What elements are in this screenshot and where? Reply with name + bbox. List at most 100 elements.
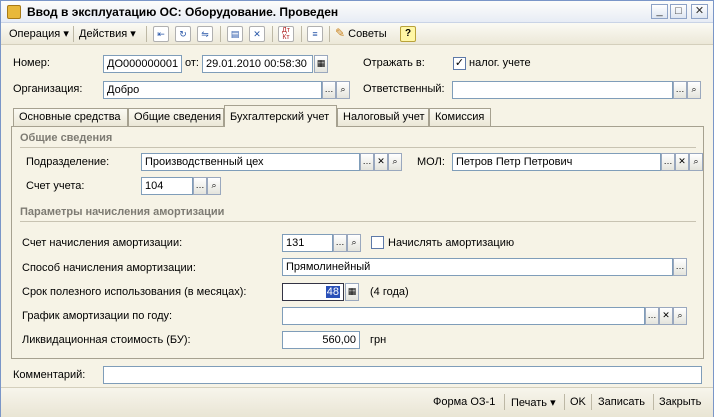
window-title: Ввод в эксплуатацию ОС: Оборудование. Пр… <box>27 5 339 19</box>
organization-label: Организация: <box>13 83 83 95</box>
mol-select-button[interactable]: … <box>661 153 675 171</box>
actions-menu[interactable]: Действия ▾ <box>79 27 136 40</box>
toolbar-separator <box>220 26 221 42</box>
structure-icon[interactable]: ⇋ <box>197 26 213 42</box>
general-info-group-title: Общие сведения <box>20 132 113 144</box>
amortization-schedule-label: График амортизации по году: <box>22 310 173 322</box>
accounting-tab-panel: Общие сведения Подразделение: Производст… <box>11 126 704 359</box>
date-field[interactable]: 29.01.2010 00:58:30 <box>202 55 313 73</box>
advice-label: Советы <box>348 28 387 40</box>
operation-menu[interactable]: Операция ▾ <box>9 27 69 40</box>
date-label: от: <box>185 57 199 69</box>
division-field[interactable]: Производственный цех <box>141 153 360 171</box>
account-select-button[interactable]: … <box>193 177 207 195</box>
amortization-account-select-button[interactable]: … <box>333 234 347 252</box>
dropdown-arrow-icon: ▾ <box>63 28 69 40</box>
toolbar-separator <box>301 26 302 42</box>
dropdown-arrow-icon: ▾ <box>550 397 556 409</box>
mol-search-icon[interactable]: ⌕ <box>689 153 703 171</box>
kt-label: Кт <box>282 34 290 41</box>
division-select-button[interactable]: … <box>360 153 374 171</box>
group-divider <box>20 147 696 148</box>
amortization-group-title: Параметры начисления амортизации <box>20 206 225 218</box>
footer-separator <box>591 394 592 410</box>
dropdown-arrow-icon: ▾ <box>130 28 136 40</box>
schedule-select-button[interactable]: … <box>645 307 659 325</box>
mol-clear-icon[interactable]: ✕ <box>675 153 689 171</box>
bottom-bar: Форма ОЗ-1 Печать ▾ OK Записать Закрыть <box>1 387 713 417</box>
advice-button[interactable]: ✎ Советы <box>335 26 387 40</box>
amortization-account-field[interactable]: 131 <box>282 234 333 252</box>
operation-menu-label: Операция <box>9 28 61 40</box>
account-search-icon[interactable]: ⌕ <box>207 177 221 195</box>
title-bar[interactable]: Ввод в эксплуатацию ОС: Оборудование. Пр… <box>1 1 713 23</box>
close-window-button[interactable]: ✕ <box>691 4 708 19</box>
useful-life-field[interactable]: 48 <box>282 283 344 301</box>
toolbar-separator <box>329 26 330 42</box>
currency-label: грн <box>370 334 387 346</box>
charge-amortization-label: Начислять амортизацию <box>388 237 515 249</box>
calculator-icon[interactable]: ▦ <box>345 283 359 301</box>
organization-field[interactable]: Добро <box>103 81 322 99</box>
refresh-icon[interactable]: ↻ <box>175 26 191 42</box>
tab-commission[interactable]: Комиссия <box>429 108 491 126</box>
toolbar: Операция ▾ Действия ▾ ⇤ ↻ ⇋ ▤ ✕ Дт Кт ≡ … <box>1 23 713 45</box>
organization-search-icon[interactable]: ⌕ <box>336 81 350 99</box>
responsible-select-button[interactable]: … <box>673 81 687 99</box>
calendar-icon[interactable]: ▦ <box>314 55 328 73</box>
number-field[interactable]: ДО000000001 <box>103 55 182 73</box>
help-icon[interactable]: ? <box>400 26 416 42</box>
useful-life-label: Срок полезного использования (в месяцах)… <box>22 286 247 298</box>
mol-field[interactable]: Петров Петр Петрович <box>452 153 661 171</box>
comment-field[interactable] <box>103 366 702 384</box>
charge-amortization-checkbox[interactable] <box>371 236 384 249</box>
print-label: Печать <box>511 397 548 409</box>
responsible-field[interactable] <box>452 81 673 99</box>
toolbar-separator <box>73 26 74 42</box>
responsible-search-icon[interactable]: ⌕ <box>687 81 701 99</box>
reflect-in-label: Отражать в: <box>363 57 425 69</box>
print-menu[interactable]: Печать ▾ <box>511 396 556 409</box>
tab-general-info[interactable]: Общие сведения <box>128 108 224 126</box>
tab-tax-accounting[interactable]: Налоговый учет <box>337 108 429 126</box>
ok-button[interactable]: OK <box>570 396 586 408</box>
minimize-button[interactable]: _ <box>651 4 668 19</box>
maximize-button[interactable]: □ <box>670 4 687 19</box>
amortization-method-label: Способ начисления амортизации: <box>22 262 196 274</box>
post-document-icon[interactable]: ▤ <box>227 26 243 42</box>
tab-accounting[interactable]: Бухгалтерский учет <box>224 105 337 127</box>
amortization-account-label: Счет начисления амортизации: <box>22 237 183 249</box>
number-label: Номер: <box>13 57 50 69</box>
unpost-document-icon[interactable]: ✕ <box>249 26 265 42</box>
schedule-clear-icon[interactable]: ✕ <box>659 307 673 325</box>
account-field[interactable]: 104 <box>141 177 193 195</box>
group-divider <box>20 221 696 222</box>
mol-label: МОЛ: <box>417 156 445 168</box>
list-document-icon[interactable]: ≡ <box>307 26 323 42</box>
liquidation-value-field[interactable]: 560,00 <box>282 331 360 349</box>
save-button[interactable]: Записать <box>598 396 645 408</box>
division-search-icon[interactable]: ⌕ <box>388 153 402 171</box>
division-clear-icon[interactable]: ✕ <box>374 153 388 171</box>
account-label: Счет учета: <box>26 180 85 192</box>
tax-accounting-checkbox[interactable]: ✓ <box>453 57 466 70</box>
document-icon <box>7 5 21 19</box>
tab-fixed-assets[interactable]: Основные средства <box>13 108 128 126</box>
close-button[interactable]: Закрыть <box>659 396 701 408</box>
dt-label: Дт <box>282 27 290 34</box>
amortization-schedule-field[interactable] <box>282 307 645 325</box>
toolbar-separator <box>272 26 273 42</box>
amortization-method-field[interactable]: Прямолинейный <box>282 258 673 276</box>
schedule-search-icon[interactable]: ⌕ <box>673 307 687 325</box>
amortization-method-select-button[interactable]: … <box>673 258 687 276</box>
responsible-label: Ответственный: <box>363 83 445 95</box>
move-to-list-icon[interactable]: ⇤ <box>153 26 169 42</box>
amortization-account-search-icon[interactable]: ⌕ <box>347 234 361 252</box>
organization-select-button[interactable]: … <box>322 81 336 99</box>
comment-label: Комментарий: <box>13 369 86 381</box>
form-os1-button[interactable]: Форма ОЗ-1 <box>433 396 495 408</box>
actions-menu-label: Действия <box>79 28 128 40</box>
document-window: Ввод в эксплуатацию ОС: Оборудование. Пр… <box>0 0 714 417</box>
dt-kt-icon[interactable]: Дт Кт <box>278 26 294 42</box>
division-label: Подразделение: <box>26 156 110 168</box>
